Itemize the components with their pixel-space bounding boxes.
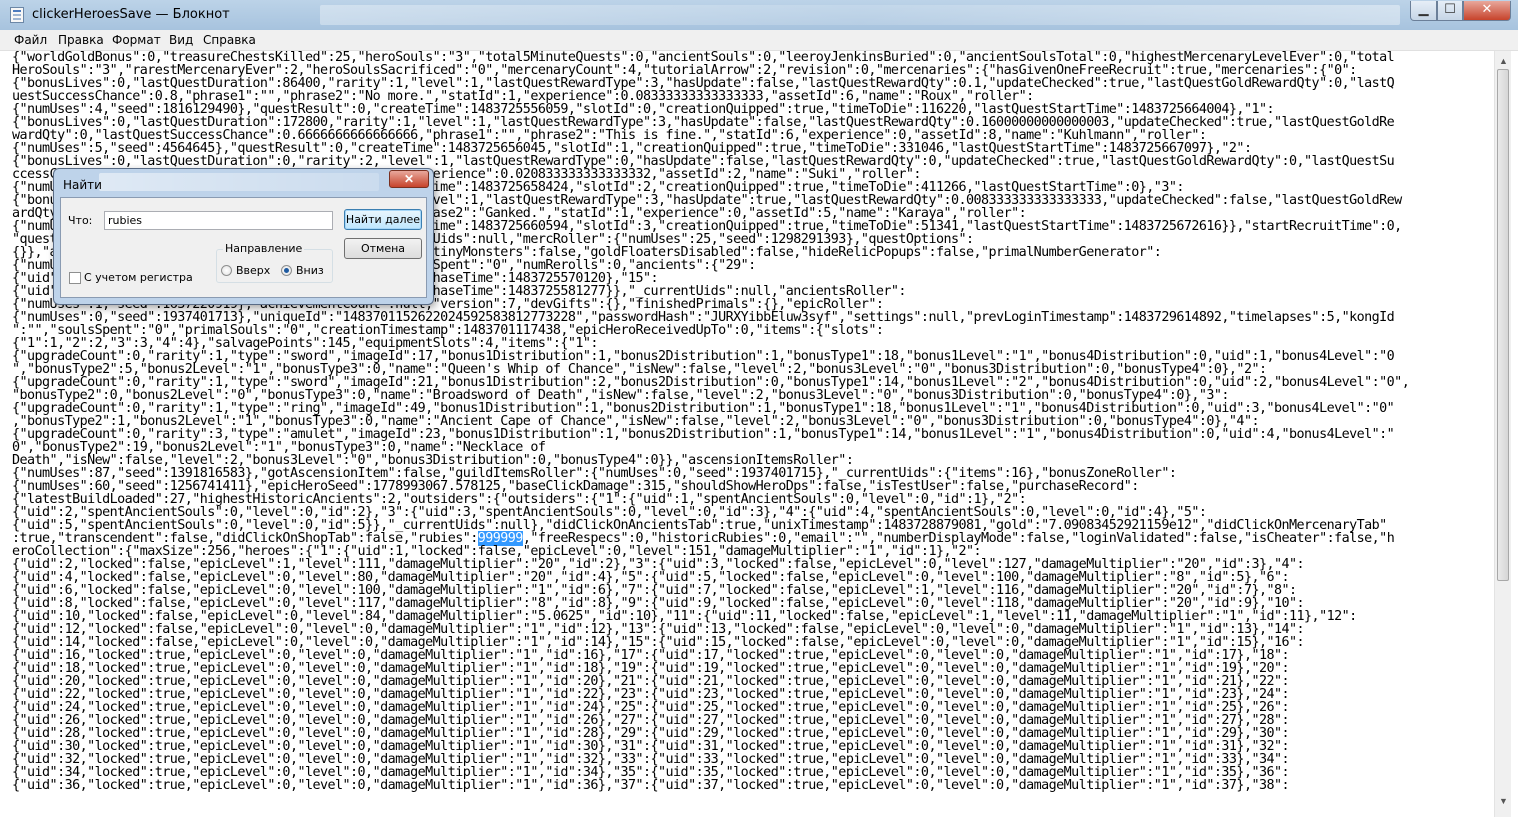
direction-up-radio[interactable] [221, 265, 232, 276]
notepad-icon[interactable] [10, 7, 24, 23]
text-editor[interactable]: {"worldGoldBonus":0,"treasureChestsKille… [0, 51, 1494, 817]
text-after-match: eroCollection":{"maxSize":256,"heroes":{… [12, 544, 1357, 793]
find-dialog-body: Что: rubies Найти далее Отмена Направлен… [60, 197, 427, 298]
scroll-down-arrow-icon[interactable]: ▼ [1496, 793, 1511, 809]
find-dialog: Найти ✕ Что: rubies Найти далее Отмена Н… [53, 168, 434, 305]
find-dialog-close-button[interactable]: ✕ [389, 170, 429, 188]
direction-down-radio[interactable] [281, 265, 292, 276]
menu-help[interactable]: Справка [203, 33, 256, 47]
menu-edit[interactable]: Правка [58, 33, 104, 47]
scroll-up-arrow-icon[interactable]: ▲ [1496, 53, 1511, 69]
minimize-button[interactable]: ▁ [1410, 1, 1437, 21]
cancel-button[interactable]: Отмена [344, 238, 422, 259]
find-what-label: Что: [68, 214, 93, 227]
notepad-window: clickerHeroesSave — Блокнот ▁ ☐ ✕ Файл П… [0, 0, 1518, 817]
dialog-title-glass [99, 173, 379, 191]
close-button[interactable]: ✕ [1463, 1, 1511, 21]
menu-view[interactable]: Вид [169, 33, 193, 47]
direction-down-label[interactable]: Вниз [296, 264, 324, 277]
menu-format[interactable]: Формат [112, 33, 161, 47]
editor-text[interactable]: {"worldGoldBonus":0,"treasureChestsKille… [0, 51, 1494, 792]
menu-bar: Файл Правка Формат Вид Справка [0, 30, 1518, 51]
direction-label: Направление [223, 242, 305, 255]
window-title: clickerHeroesSave — Блокнот [32, 7, 230, 22]
scrollbar-thumb[interactable] [1497, 69, 1509, 581]
match-case-label[interactable]: С учетом регистра [84, 271, 193, 284]
title-bar-glass [320, 5, 1400, 25]
find-dialog-title: Найти [63, 178, 102, 192]
vertical-scrollbar[interactable]: ▲ ▼ [1494, 51, 1511, 817]
menu-file[interactable]: Файл [14, 33, 47, 47]
match-case-checkbox[interactable] [69, 272, 81, 284]
title-bar[interactable]: clickerHeroesSave — Блокнот ▁ ☐ ✕ [0, 0, 1518, 30]
maximize-button[interactable]: ☐ [1437, 1, 1463, 21]
direction-up-label[interactable]: Вверх [236, 264, 270, 277]
find-what-input[interactable]: rubies [104, 211, 333, 230]
find-next-button[interactable]: Найти далее [344, 209, 422, 230]
